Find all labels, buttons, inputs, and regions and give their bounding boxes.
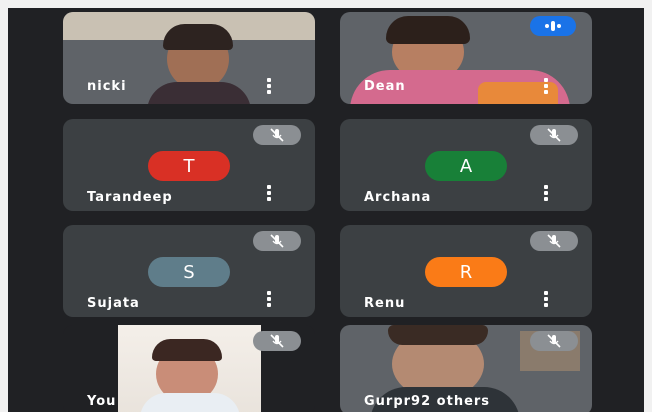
mic-off-icon [530, 331, 578, 351]
meeting-grid: nicki Dean T Tarandeep A Archana S Sujat… [8, 8, 644, 412]
participant-tile-others[interactable]: Gurpr92 others [340, 325, 592, 412]
more-vert-icon[interactable] [267, 78, 271, 94]
mic-off-icon [530, 125, 578, 145]
speaking-indicator-icon [530, 16, 576, 36]
mic-off-icon [253, 125, 301, 145]
more-vert-icon[interactable] [544, 185, 548, 201]
participant-name: Sujata [87, 296, 140, 311]
participant-tile-nicki[interactable]: nicki [63, 12, 315, 104]
participant-tile-you[interactable]: You [63, 325, 315, 412]
more-vert-icon[interactable] [267, 185, 271, 201]
avatar: S [148, 257, 230, 287]
participant-name: Tarandeep [87, 190, 173, 205]
mic-off-icon [253, 331, 301, 351]
participant-name: Renu [364, 296, 406, 311]
participant-tile-sujata[interactable]: S Sujata [63, 225, 315, 317]
more-vert-icon[interactable] [267, 291, 271, 307]
more-vert-icon[interactable] [544, 291, 548, 307]
avatar: R [425, 257, 507, 287]
participant-video [118, 325, 261, 412]
participant-name: Dean [364, 79, 406, 94]
participant-name: nicki [87, 79, 127, 94]
mic-off-icon [253, 231, 301, 251]
participant-name: Gurpr92 others [364, 394, 491, 409]
avatar: T [148, 151, 230, 181]
participant-tile-dean[interactable]: Dean [340, 12, 592, 104]
participant-name: Archana [364, 190, 432, 205]
participant-tile-archana[interactable]: A Archana [340, 119, 592, 211]
participant-name: You [87, 394, 117, 409]
participant-tile-tarandeep[interactable]: T Tarandeep [63, 119, 315, 211]
mic-off-icon [530, 231, 578, 251]
participant-tile-renu[interactable]: R Renu [340, 225, 592, 317]
avatar: A [425, 151, 507, 181]
more-vert-icon[interactable] [544, 78, 548, 94]
